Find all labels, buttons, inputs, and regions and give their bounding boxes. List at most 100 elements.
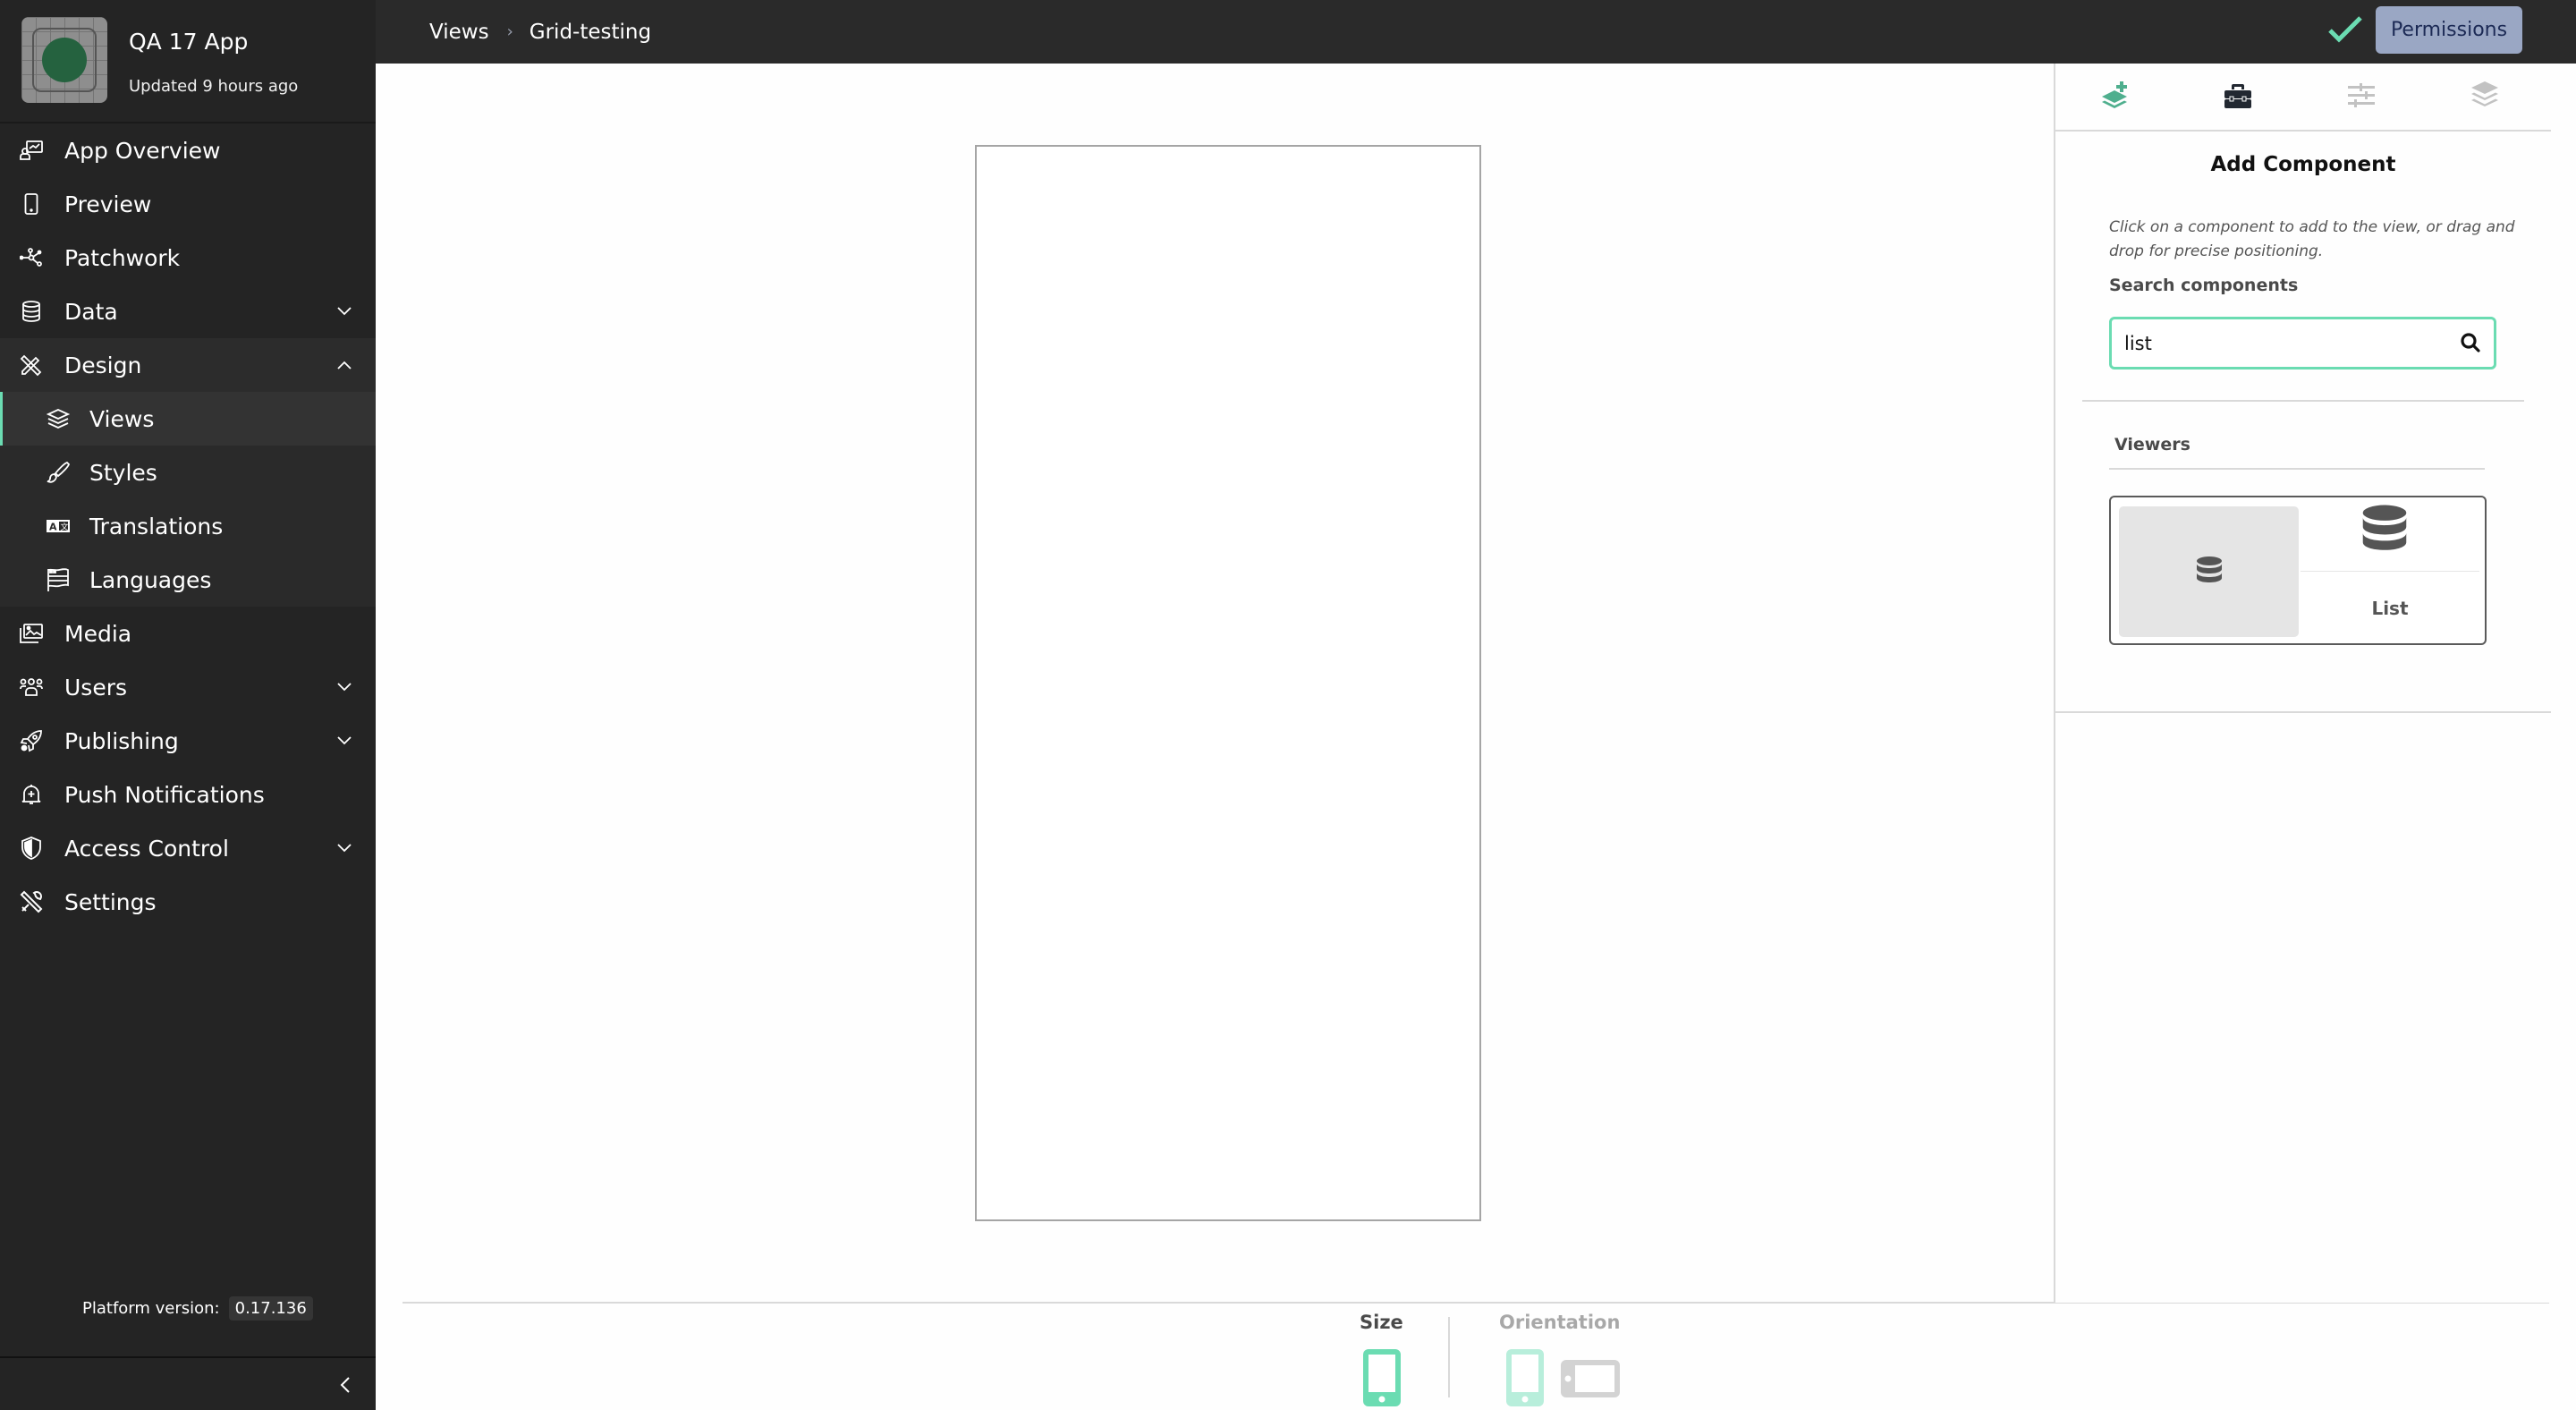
bell-icon bbox=[20, 783, 43, 806]
sidebar-item-label: Access Control bbox=[64, 835, 229, 862]
platform-version-label: Platform version: bbox=[82, 1299, 220, 1318]
permissions-button[interactable]: Permissions bbox=[2376, 6, 2522, 54]
sidebar: QA 17 App Updated 9 hours ago App Overvi… bbox=[0, 0, 376, 1410]
search-components-label: Search components bbox=[2109, 276, 2299, 295]
check-icon bbox=[2327, 14, 2363, 45]
layer-plus-icon bbox=[2102, 81, 2127, 108]
sidebar-item-label: Publishing bbox=[64, 727, 179, 754]
sidebar-item-design[interactable]: Design bbox=[0, 338, 376, 392]
sidebar-item-push-notifications[interactable]: Push Notifications bbox=[0, 768, 376, 821]
app-logo[interactable] bbox=[21, 17, 107, 103]
sidebar-item-styles[interactable]: Styles bbox=[0, 446, 376, 499]
topbar: Views › Grid-testing Permissions bbox=[376, 0, 2576, 64]
sidebar-nav: App Overview Preview Patchwork Data Desi… bbox=[0, 123, 376, 929]
flag-icon bbox=[47, 568, 70, 591]
size-label: Size bbox=[1360, 1312, 1403, 1333]
breadcrumb-current: Grid-testing bbox=[529, 20, 652, 44]
sidebar-item-patchwork[interactable]: Patchwork bbox=[0, 231, 376, 285]
panel-help-text: Click on a component to add to the view,… bbox=[2109, 218, 2515, 260]
sidebar-footer bbox=[0, 1356, 376, 1410]
database-icon bbox=[2196, 556, 2222, 582]
sidebar-item-translations[interactable]: A文 Translations bbox=[0, 499, 376, 553]
sidebar-item-settings[interactable]: Settings bbox=[0, 875, 376, 929]
chevron-down-icon[interactable] bbox=[336, 303, 352, 319]
chevron-up-icon[interactable] bbox=[336, 357, 352, 373]
sidebar-item-label: Styles bbox=[89, 459, 157, 486]
toolbox-icon bbox=[2224, 84, 2251, 108]
chevron-down-icon[interactable] bbox=[336, 679, 352, 695]
sidebar-item-label: App Overview bbox=[64, 137, 221, 164]
sidebar-item-label: Media bbox=[64, 620, 132, 647]
svg-text:文: 文 bbox=[61, 522, 69, 532]
sidebar-item-label: Data bbox=[64, 298, 118, 325]
sidebar-item-label: Translations bbox=[89, 513, 224, 539]
rocket-icon bbox=[20, 729, 43, 752]
view-canvas[interactable] bbox=[975, 145, 1481, 1221]
component-card-divider bbox=[2301, 571, 2479, 572]
brush-icon bbox=[47, 461, 70, 484]
collapse-sidebar-chevron-left-icon[interactable] bbox=[335, 1374, 356, 1396]
sidebar-item-media[interactable]: Media bbox=[0, 607, 376, 660]
phone-icon bbox=[20, 192, 43, 216]
breadcrumb-separator-icon: › bbox=[506, 22, 513, 41]
sidebar-item-label: Preview bbox=[64, 191, 152, 217]
sidebar-item-languages[interactable]: Languages bbox=[0, 553, 376, 607]
sidebar-item-label: Patchwork bbox=[64, 244, 181, 271]
tab-toolbox[interactable] bbox=[2218, 78, 2258, 114]
component-card-list[interactable]: List bbox=[2109, 496, 2487, 645]
settings-icon bbox=[20, 890, 43, 913]
size-phone-button[interactable] bbox=[1363, 1349, 1401, 1410]
app-title: QA 17 App bbox=[129, 29, 249, 55]
size-orientation-divider bbox=[1448, 1317, 1450, 1397]
app-updated: Updated 9 hours ago bbox=[129, 77, 299, 96]
layers-icon bbox=[47, 407, 70, 430]
sidebar-item-preview[interactable]: Preview bbox=[0, 177, 376, 231]
users-icon bbox=[20, 675, 43, 699]
orientation-label: Orientation bbox=[1499, 1312, 1621, 1333]
section-viewers-underline bbox=[2109, 468, 2485, 470]
orientation-landscape-button[interactable] bbox=[1561, 1360, 1620, 1401]
design-icon bbox=[20, 353, 43, 377]
search-icon[interactable] bbox=[2460, 332, 2481, 353]
sidebar-item-label: Push Notifications bbox=[64, 781, 265, 808]
component-name: List bbox=[2371, 598, 2409, 619]
section-divider bbox=[2082, 400, 2524, 402]
shield-icon bbox=[20, 837, 43, 860]
layers-icon bbox=[2471, 81, 2498, 106]
breadcrumb-views[interactable]: Views bbox=[429, 21, 489, 44]
right-panel-tabs bbox=[2055, 64, 2551, 132]
app-overview-icon bbox=[20, 139, 43, 162]
search-components-field bbox=[2109, 317, 2496, 369]
sidebar-item-label: Design bbox=[64, 352, 142, 378]
right-panel: Add Component Click on a component to ad… bbox=[2054, 64, 2551, 1303]
chevron-down-icon[interactable] bbox=[336, 733, 352, 749]
chevron-down-icon[interactable] bbox=[336, 840, 352, 856]
section-viewers-title: Viewers bbox=[2114, 435, 2190, 454]
search-components-input[interactable] bbox=[2124, 319, 2446, 367]
panel-title: Add Component bbox=[2210, 153, 2396, 176]
sidebar-item-views[interactable]: Views bbox=[0, 392, 376, 446]
tab-properties[interactable] bbox=[2342, 78, 2381, 114]
design-submenu: Views Styles A文 Translations Languages bbox=[0, 392, 376, 607]
sidebar-item-label: Settings bbox=[64, 888, 157, 915]
tab-layers[interactable] bbox=[2465, 78, 2504, 114]
sidebar-item-users[interactable]: Users bbox=[0, 660, 376, 714]
platform-version-value: 0.17.136 bbox=[228, 1296, 313, 1321]
patchwork-icon bbox=[20, 246, 43, 269]
orientation-portrait-button[interactable] bbox=[1506, 1349, 1544, 1410]
sidebar-item-data[interactable]: Data bbox=[0, 285, 376, 338]
database-icon bbox=[20, 300, 43, 323]
sidebar-item-label: Languages bbox=[89, 566, 212, 593]
tab-add-component[interactable] bbox=[2095, 78, 2134, 114]
app-header: QA 17 App Updated 9 hours ago bbox=[0, 0, 376, 123]
sliders-icon bbox=[2348, 83, 2375, 107]
panel-bottom-divider bbox=[2055, 711, 2551, 713]
sidebar-item-label: Views bbox=[89, 405, 155, 432]
database-icon bbox=[2361, 505, 2408, 558]
sidebar-item-publishing[interactable]: Publishing bbox=[0, 714, 376, 768]
media-icon bbox=[20, 622, 43, 645]
sidebar-item-app-overview[interactable]: App Overview bbox=[0, 123, 376, 177]
breadcrumb: Views › Grid-testing bbox=[429, 0, 651, 64]
svg-text:A: A bbox=[49, 522, 57, 533]
sidebar-item-access-control[interactable]: Access Control bbox=[0, 821, 376, 875]
